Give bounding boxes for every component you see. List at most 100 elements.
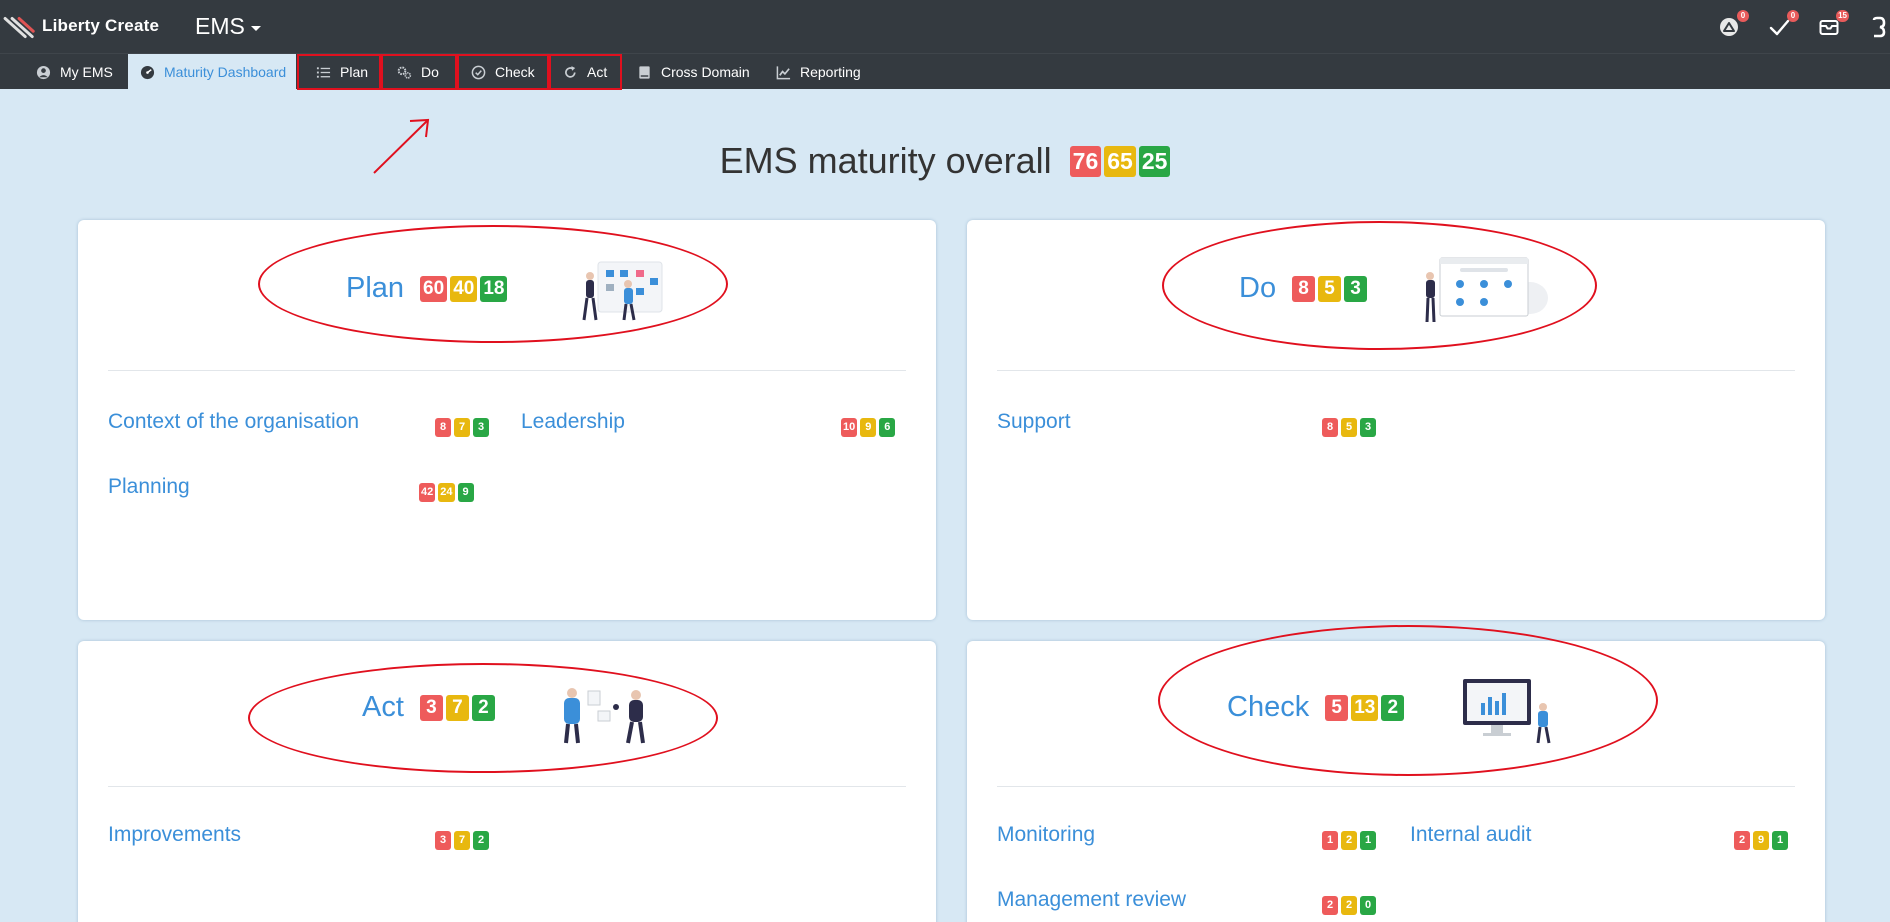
- item-badges: 10 9 6: [841, 418, 896, 437]
- item-badges: 2 2 0: [1322, 896, 1376, 915]
- page-title: EMS maturity overall: [719, 140, 1052, 181]
- app-switcher-dropdown[interactable]: EMS: [195, 13, 261, 40]
- green-count-badge: 2: [473, 831, 489, 850]
- green-count-badge: 0: [1360, 896, 1376, 915]
- green-count-badge: 18: [480, 275, 508, 302]
- inbox-count-badge: 15: [1836, 10, 1849, 22]
- item-link[interactable]: Support: [997, 410, 1071, 434]
- yellow-count-badge: 2: [1341, 896, 1357, 915]
- green-count-badge: 25: [1138, 145, 1171, 177]
- top-bar: Liberty Create EMS 0 0 15: [0, 0, 1890, 53]
- tasks-button[interactable]: 0: [1768, 10, 1799, 38]
- red-count-badge: 3: [419, 694, 443, 721]
- yellow-count-badge: 24: [438, 483, 455, 502]
- user-menu-button[interactable]: [1868, 16, 1886, 38]
- item-management-review: Management review: [997, 888, 1186, 912]
- brand[interactable]: Liberty Create: [2, 14, 160, 39]
- red-count-badge: 8: [1292, 275, 1316, 302]
- item-link[interactable]: Monitoring: [997, 823, 1095, 847]
- nav-tab-label: Maturity Dashboard: [164, 64, 287, 80]
- overall-badges: 76 65 25: [1069, 145, 1171, 177]
- green-count-badge: 3: [1344, 275, 1368, 302]
- item-link[interactable]: Leadership: [521, 410, 625, 434]
- nav-tab-label: Check: [495, 64, 535, 80]
- workflow-illustration-icon: [1425, 257, 1548, 323]
- nav-tab-maturity-dashboard[interactable]: Maturity Dashboard: [128, 54, 296, 90]
- check-badges: 5 13 2: [1325, 694, 1405, 721]
- red-count-badge: 8: [435, 418, 451, 437]
- planning-illustration-icon: [582, 261, 663, 321]
- check-circle-icon: [471, 65, 486, 79]
- check-icon: [1769, 19, 1790, 36]
- red-count-badge: 10: [841, 418, 858, 437]
- red-count-badge: 2: [1322, 896, 1338, 915]
- plan-card: Plan 60 40 18 Context of the organisatio…: [78, 220, 936, 620]
- check-card: Check 5 13 2 Monitoring 1 2 1 Internal a…: [967, 641, 1825, 922]
- nav-tab-label: Act: [587, 64, 608, 80]
- item-monitoring: Monitoring: [997, 823, 1095, 847]
- act-card-header: Act 3 7 2: [362, 691, 495, 724]
- item-link[interactable]: Context of the organisation: [108, 410, 359, 434]
- yellow-count-badge: 2: [1341, 831, 1357, 850]
- yellow-count-badge: 7: [454, 418, 470, 437]
- tasks-count-badge: 0: [1787, 10, 1799, 22]
- user-icon: [1872, 16, 1886, 38]
- red-count-badge: 2: [1734, 831, 1750, 850]
- brand-name: Liberty Create: [42, 16, 160, 35]
- red-count-badge: 60: [420, 275, 448, 302]
- green-count-badge: 2: [471, 694, 495, 721]
- item-link[interactable]: Planning: [108, 475, 190, 499]
- alerts-count-badge: 0: [1737, 10, 1749, 22]
- item-link[interactable]: Management review: [997, 888, 1186, 912]
- nav-tab-cross-domain[interactable]: Cross Domain: [637, 54, 753, 90]
- inbox-button[interactable]: 15: [1818, 10, 1849, 38]
- book-icon: [639, 65, 650, 79]
- nav-tab-plan[interactable]: Plan: [297, 54, 381, 90]
- yellow-count-badge: 5: [1341, 418, 1357, 437]
- check-card-title[interactable]: Check: [1227, 691, 1309, 724]
- nav-tab-do[interactable]: Do: [381, 54, 457, 90]
- act-card: Act 3 7 2 Improvements 3 7 2: [78, 641, 936, 922]
- nav-tab-label: My EMS: [60, 64, 113, 80]
- item-badges: 2 9 1: [1734, 831, 1788, 850]
- alerts-button[interactable]: 0: [1718, 10, 1749, 38]
- do-card-header: Do 8 5 3: [1239, 272, 1368, 305]
- item-support: Support: [997, 410, 1071, 434]
- nav-tab-label: Reporting: [800, 64, 861, 80]
- yellow-count-badge: 5: [1318, 275, 1342, 302]
- yellow-count-badge: 7: [454, 831, 470, 850]
- card-divider: [108, 786, 906, 787]
- card-divider: [997, 786, 1795, 787]
- plan-card-title[interactable]: Plan: [346, 272, 404, 305]
- red-count-badge: 5: [1325, 694, 1349, 721]
- item-link[interactable]: Improvements: [108, 823, 241, 847]
- yellow-count-badge: 9: [860, 418, 877, 437]
- header-icons: 0 0 15: [1718, 10, 1890, 38]
- item-link[interactable]: Internal audit: [1410, 823, 1531, 847]
- app-switcher-label: EMS: [195, 13, 245, 39]
- yellow-count-badge: 13: [1351, 694, 1379, 721]
- nav-tab-label: Plan: [340, 64, 369, 80]
- green-count-badge: 1: [1360, 831, 1376, 850]
- nav-tab-my-ems[interactable]: My EMS: [36, 54, 124, 90]
- nav-tab-check[interactable]: Check: [457, 54, 549, 90]
- do-card: Do 8 5 3 Support 8 5 3: [967, 220, 1825, 620]
- nav-tab-label: Do: [421, 64, 439, 80]
- plan-card-header: Plan 60 40 18: [346, 272, 508, 305]
- red-count-badge: 8: [1322, 418, 1338, 437]
- yellow-count-badge: 65: [1104, 145, 1136, 177]
- green-count-badge: 9: [457, 483, 474, 502]
- green-count-badge: 6: [879, 418, 896, 437]
- item-leadership: Leadership: [521, 410, 625, 434]
- nav-tab-reporting[interactable]: Reporting: [776, 54, 872, 90]
- nav-tab-act[interactable]: Act: [549, 54, 622, 90]
- chevron-down-icon: [250, 26, 261, 31]
- item-badges: 8 7 3: [435, 418, 489, 437]
- act-card-title[interactable]: Act: [362, 691, 404, 724]
- do-card-title[interactable]: Do: [1239, 272, 1276, 305]
- red-count-badge: 3: [435, 831, 451, 850]
- user-circle-icon: [36, 65, 51, 79]
- item-badges: 3 7 2: [435, 831, 489, 850]
- brand-logo-icon: [2, 14, 36, 39]
- list-icon: [316, 66, 331, 78]
